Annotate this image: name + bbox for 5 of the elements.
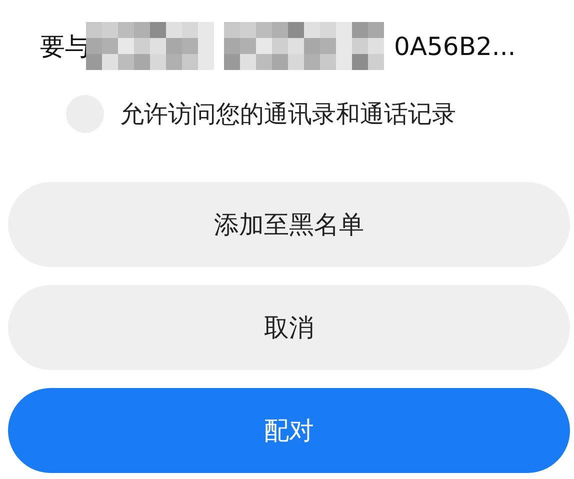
dialog-button[interactable]: 添加至黑名单 bbox=[8, 182, 570, 267]
device-name: 0A56B2... bbox=[394, 32, 516, 60]
dialog-button[interactable]: 取消 bbox=[8, 285, 570, 370]
pair-button[interactable]: 配对 bbox=[8, 388, 570, 473]
checkbox-label: 允许访问您的通讯录和通话记录 bbox=[120, 99, 456, 130]
